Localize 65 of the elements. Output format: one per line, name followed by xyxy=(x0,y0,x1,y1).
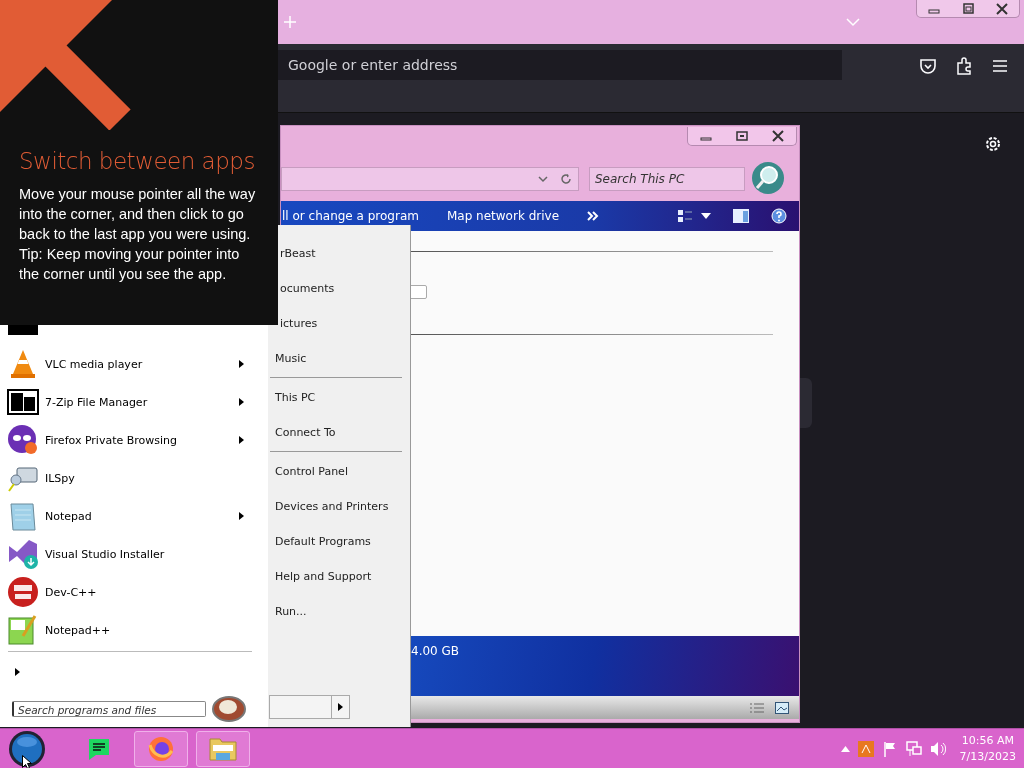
download-icon xyxy=(7,538,39,570)
menu-item[interactable]: This PC xyxy=(268,380,410,415)
refresh-icon[interactable] xyxy=(560,173,572,185)
puzzle-icon[interactable] xyxy=(955,57,973,75)
program-item[interactable]: ILSpy xyxy=(0,459,268,497)
firefox-icon xyxy=(147,734,175,763)
settings-icon[interactable] xyxy=(984,135,1002,153)
maximize-icon[interactable] xyxy=(961,2,975,15)
submenu-arrow-icon xyxy=(239,512,244,520)
menu-item[interactable]: Default Programs xyxy=(268,524,410,559)
tip-text: Move your mouse pointer all the way into the corner, and then click to go back to the last app you were using. xyxy=(19,185,257,244)
drive-capacity: 4.00 GB xyxy=(411,644,460,658)
program-item[interactable]: Notepad++ xyxy=(0,611,268,649)
search-field[interactable]: Search This PC xyxy=(589,167,745,191)
arrow-icon[interactable] xyxy=(338,703,343,711)
toolbar-button[interactable]: Map network drive xyxy=(446,209,559,223)
clock-date: 7/13/2023 xyxy=(959,748,1016,765)
mouse-pointer-icon xyxy=(22,755,32,768)
mask-icon xyxy=(7,424,39,456)
toolbar-button[interactable]: ll or change a program xyxy=(282,209,419,223)
menu-item[interactable]: Help and Support xyxy=(268,559,410,594)
program-item[interactable]: Notepad xyxy=(0,497,268,535)
program-item[interactable]: Dev-C++ xyxy=(0,573,268,611)
notepad-icon xyxy=(7,614,39,646)
program-item[interactable]: VLC media player xyxy=(0,345,268,383)
program-item[interactable]: Firefox Private Browsing xyxy=(0,421,268,459)
expand-arrow-icon[interactable] xyxy=(15,668,20,676)
menu-item[interactable]: Devices and Printers xyxy=(268,489,410,524)
submenu-arrow-icon xyxy=(239,360,244,368)
menu-item[interactable]: Run... xyxy=(268,594,410,629)
tray-arrow-icon[interactable] xyxy=(840,745,850,752)
notepad-icon xyxy=(7,500,39,532)
dropdown-icon[interactable] xyxy=(701,213,711,219)
program-item[interactable]: Visual Studio Installer xyxy=(0,535,268,573)
maximize-icon[interactable] xyxy=(735,130,749,142)
menu-item[interactable]: Control Panel xyxy=(268,454,410,489)
more-icon[interactable] xyxy=(587,211,599,221)
search-icon[interactable] xyxy=(751,161,785,195)
preview-pane-icon[interactable] xyxy=(733,208,749,224)
taskbar-button[interactable] xyxy=(134,730,188,767)
archive-icon xyxy=(7,386,39,418)
close-icon[interactable] xyxy=(771,130,785,142)
network-icon[interactable] xyxy=(905,740,922,757)
tip-title: Switch between apps xyxy=(19,148,256,174)
speaker-icon[interactable] xyxy=(929,740,946,757)
start-orb-icon[interactable] xyxy=(8,729,46,768)
view-icon[interactable] xyxy=(677,208,693,224)
tip-text: Tip: Keep moving your pointer into the corner until you see the app. xyxy=(19,245,241,284)
badge-icon xyxy=(7,576,39,608)
taskbar-button[interactable] xyxy=(196,730,250,767)
flag-icon[interactable] xyxy=(881,740,898,757)
tiles-view-icon[interactable] xyxy=(775,701,789,714)
menu-icon[interactable] xyxy=(992,59,1008,73)
menu-item[interactable]: Music xyxy=(268,341,410,376)
search-icon[interactable] xyxy=(212,696,246,722)
program-item[interactable]: 7-Zip File Manager xyxy=(0,383,268,421)
search-field[interactable]: Search programs and files xyxy=(12,701,206,717)
help-icon[interactable] xyxy=(771,208,787,224)
menu-item[interactable]: Connect To xyxy=(268,415,410,450)
submenu-arrow-icon xyxy=(239,436,244,444)
submenu-arrow-icon xyxy=(239,398,244,406)
close-icon[interactable] xyxy=(995,2,1009,15)
scroll-thumb[interactable] xyxy=(800,378,812,428)
pocket-icon[interactable] xyxy=(919,57,937,75)
clock-time: 10:56 AM xyxy=(961,732,1014,749)
